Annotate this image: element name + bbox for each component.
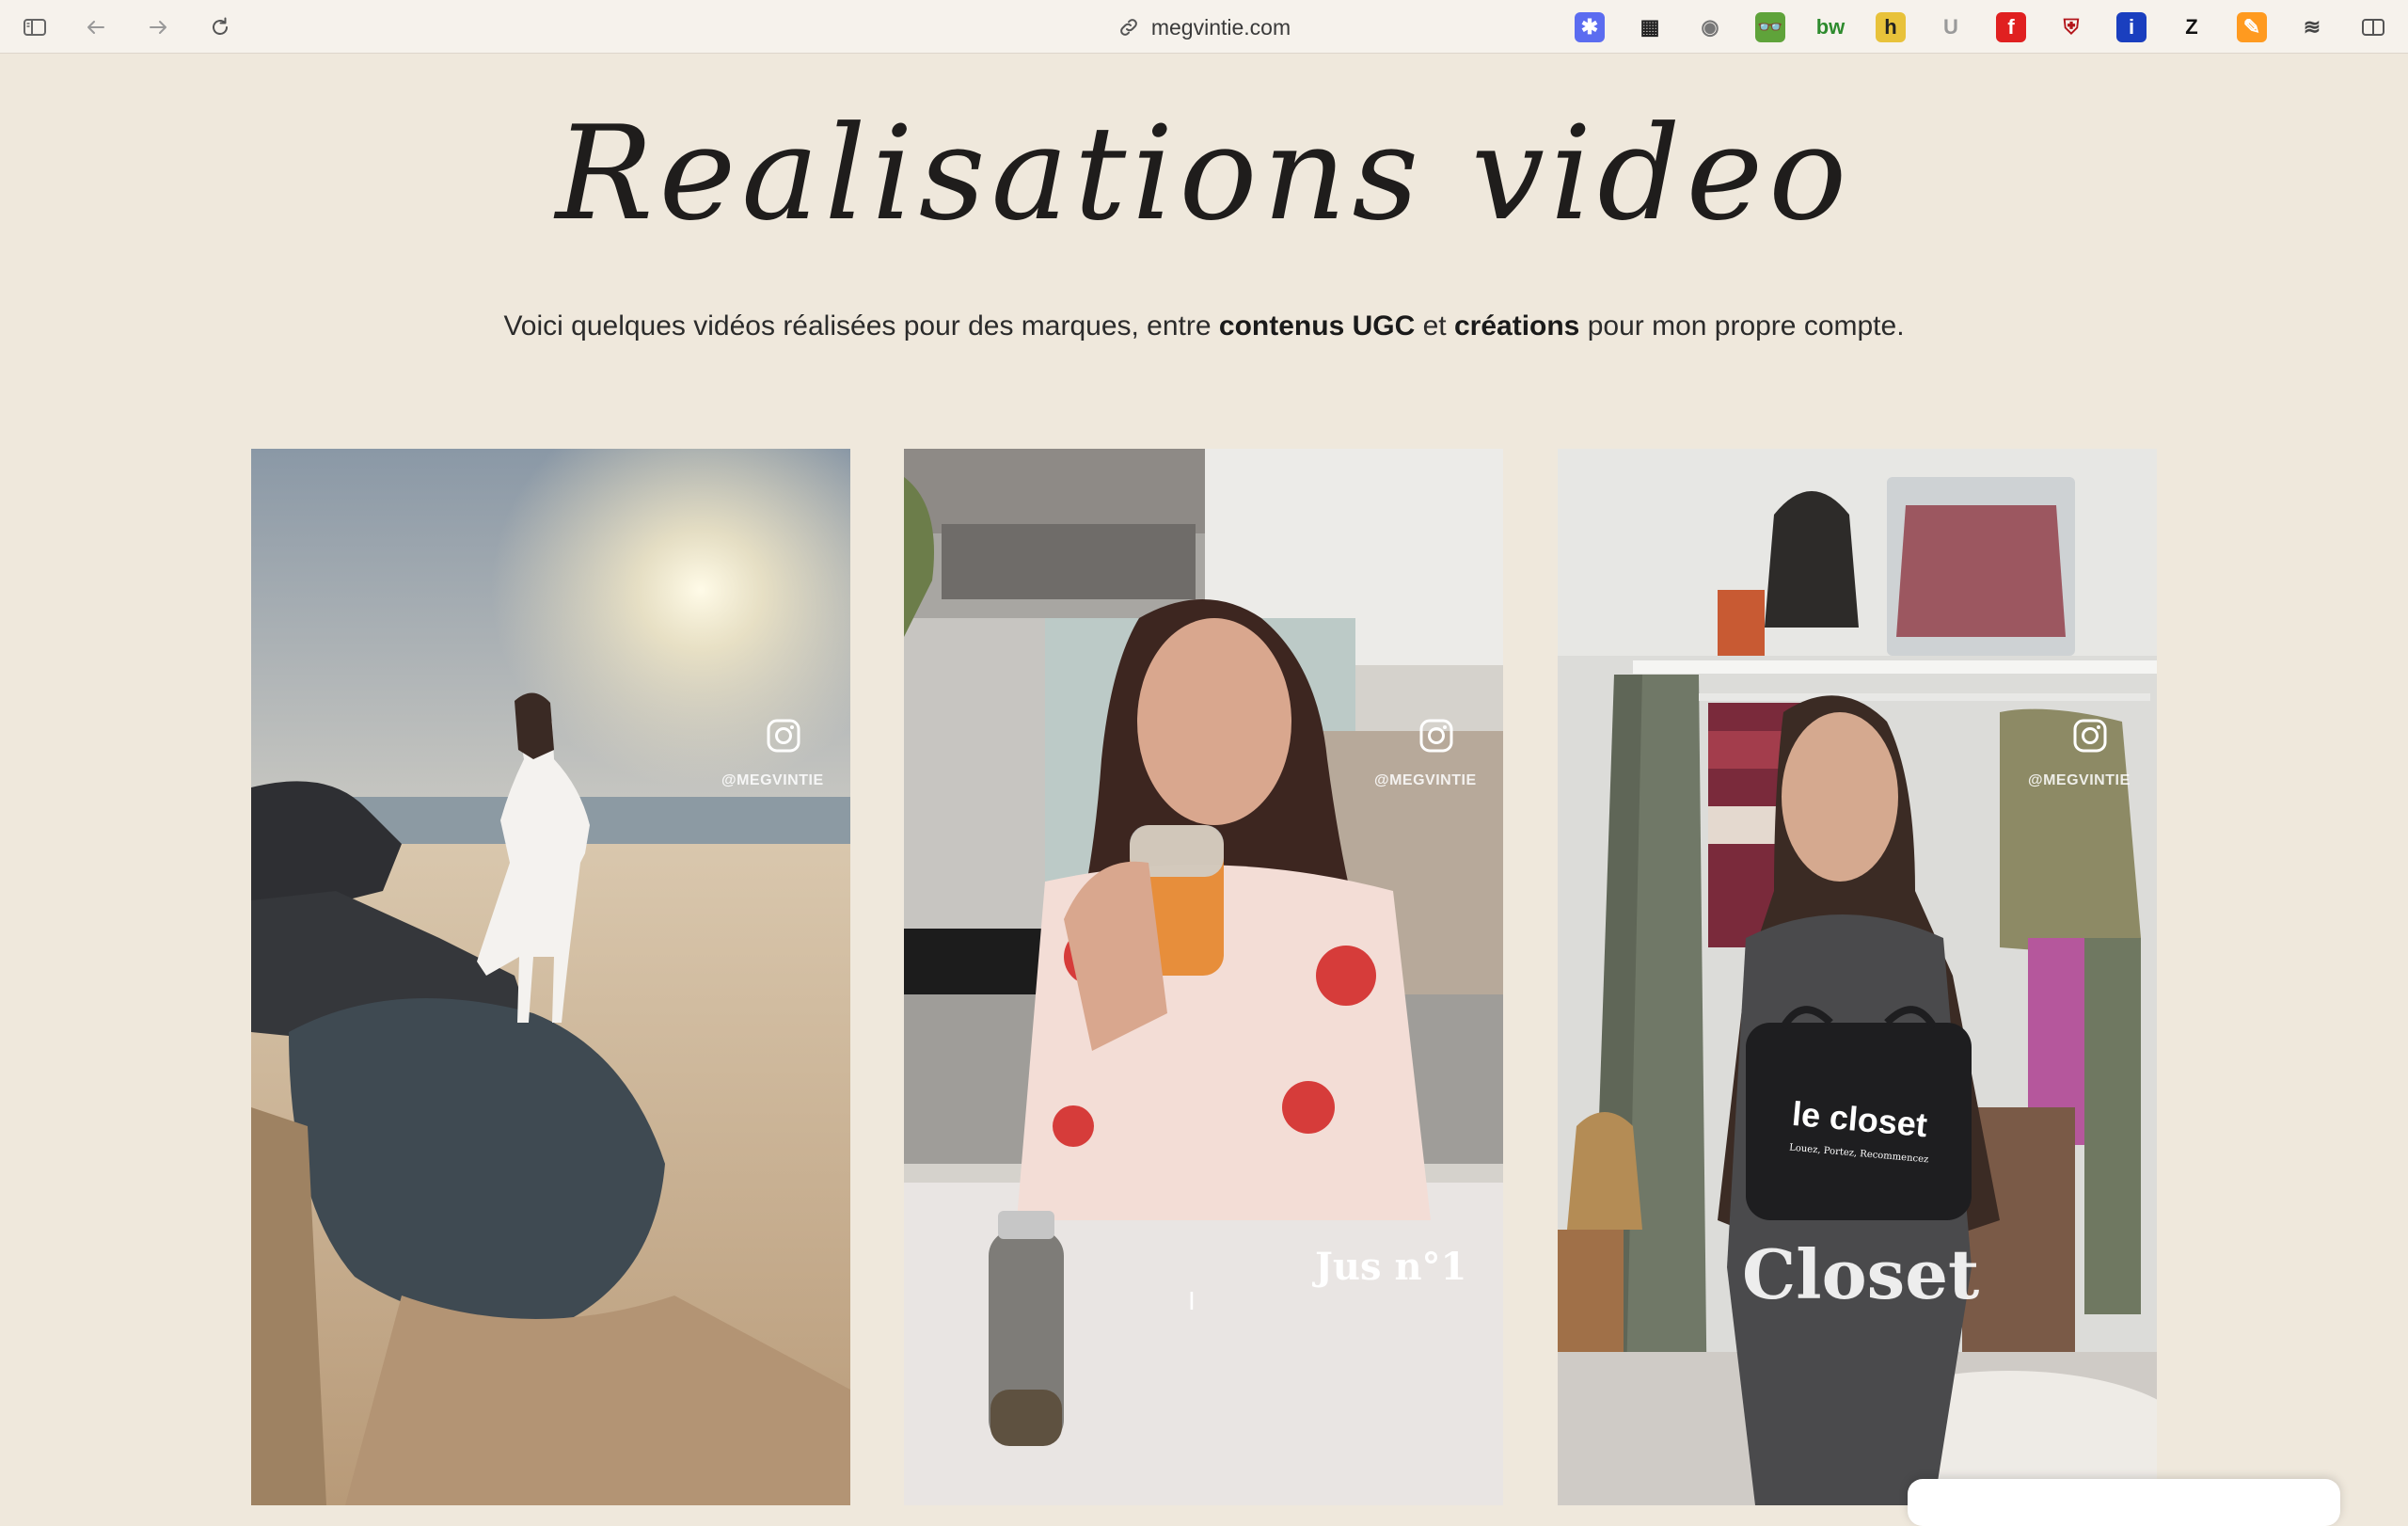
url-text: megvintie.com [1150,14,1291,40]
video-overlay-text: Closet [1742,1234,1980,1314]
browser-toolbar: megvintie.com ✱ ▦ ◉ 👓 bw h Uf ⛨ i Z ✎ ≋ [0,0,2408,54]
subtitle-text-2: et [1415,310,1454,342]
subtitle-text-1: Voici quelques vidéos réalisées pour des… [503,310,1219,342]
address-bar[interactable]: megvintie.com [1082,9,1326,45]
ext-11-icon[interactable]: Z [2177,12,2207,42]
ext-3-icon[interactable]: ◉ [1695,12,1725,42]
ext-7-icon[interactable]: U [1936,12,1966,42]
ext-2-icon[interactable]: ▦ [1635,12,1665,42]
video-thumbnail-juice [904,449,1503,1505]
video-card-juice[interactable]: @MEGVINTIE Jus n°1 I [904,449,1503,1505]
video-thumbnail-closet: le closet Louez, Portez, Recommencez [1558,449,2157,1505]
link-icon [1119,19,1137,36]
subtitle-bold-ugc: contenus UGC [1218,310,1416,342]
video-card-closet[interactable]: le closet Louez, Portez, Recommencez @ME… [1558,449,2157,1505]
video-card-beach[interactable]: @MEGVINTIE [251,449,850,1505]
instagram-icon [2073,719,2107,753]
video-overlay-text: Jus n°1 [1315,1245,1467,1289]
forward-arrow-icon[interactable] [142,11,174,43]
back-arrow-icon[interactable] [80,11,112,43]
instagram-icon [767,719,800,753]
sidebar-toggle-icon[interactable] [19,11,51,43]
ext-5-icon[interactable]: bw [1815,12,1846,42]
page-title: Realisations video [555,98,1853,249]
ext-10-icon[interactable]: i [2116,12,2147,42]
instagram-handle: @MEGVINTIE [721,772,824,788]
subtitle-text-3: pour mon propre compte. [1579,310,1905,342]
instagram-icon [1419,719,1453,753]
subtitle-bold-creations: créations [1453,310,1580,342]
instagram-handle: @MEGVINTIE [1374,772,1477,788]
ext-4-icon[interactable]: 👓 [1755,12,1785,42]
video-thumbnail-beach [251,449,850,1505]
ext-9-icon[interactable]: ⛨ [2056,12,2086,42]
text-cursor-icon: I [1188,1286,1196,1315]
ext-12-icon[interactable]: ✎ [2237,12,2267,42]
bottom-popup[interactable] [1908,1479,2340,1526]
page-subtitle: Voici quelques vidéos réalisées pour des… [0,310,2408,342]
ext-6-icon[interactable]: h [1876,12,1906,42]
instagram-handle: @MEGVINTIE [2028,772,2131,788]
ext-8-icon[interactable]: f [1996,12,2026,42]
ext-13-icon[interactable]: ≋ [2297,12,2327,42]
split-view-icon[interactable] [2357,11,2389,43]
ext-1-icon[interactable]: ✱ [1575,12,1605,42]
reload-icon[interactable] [204,11,236,43]
